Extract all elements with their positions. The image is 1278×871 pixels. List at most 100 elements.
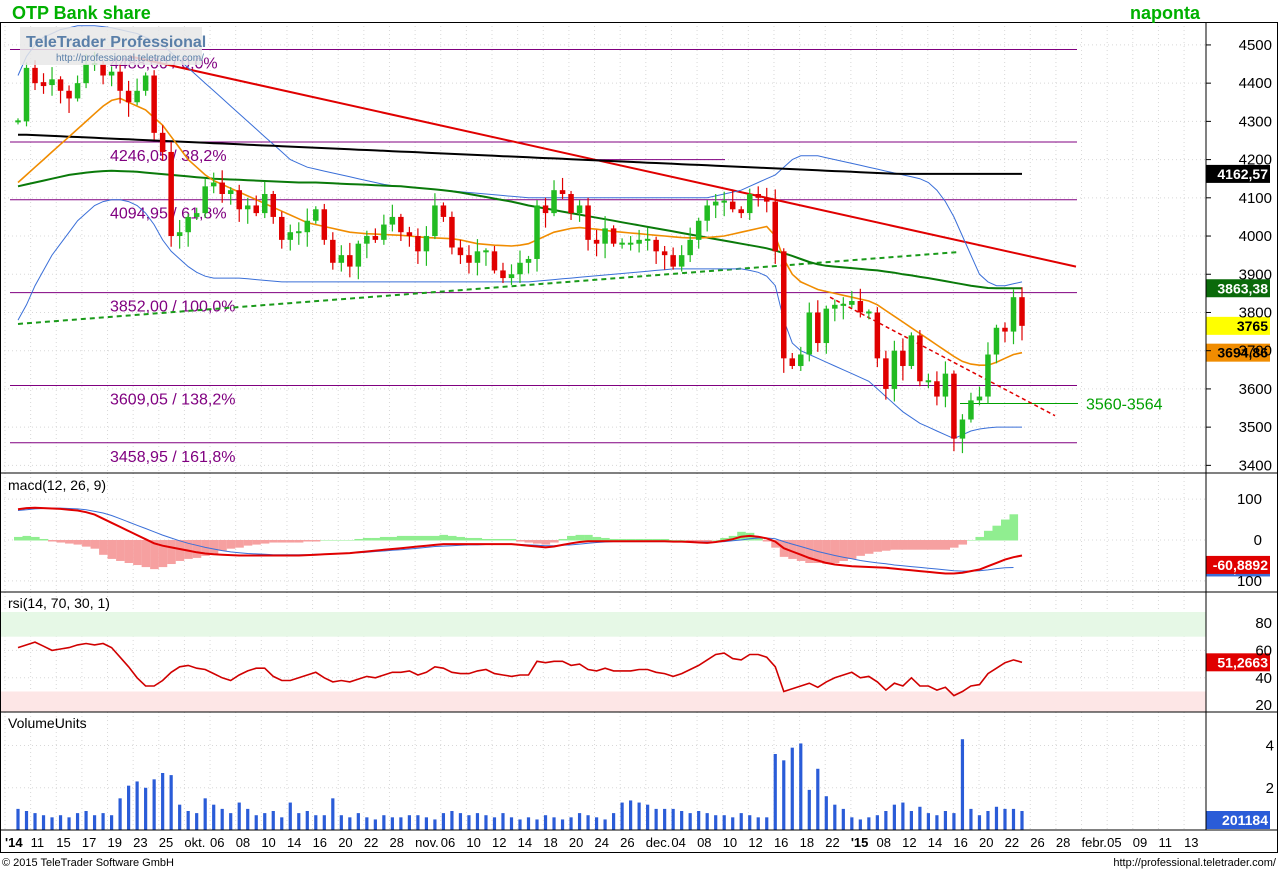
volume-bar [467,815,471,830]
candle-body [576,205,583,214]
volume-bar [263,813,267,830]
candle-body [712,201,719,206]
volume-bar [663,808,667,830]
x-tick-label: 18 [800,835,814,850]
macd-histogram-bar [311,540,321,542]
macd-histogram-bar [413,535,423,541]
candle-body [491,251,498,271]
macd-histogram-bar [881,540,891,551]
volume-bar [195,813,199,830]
candle-body [406,232,413,237]
price-y-tick: 4200 [1239,152,1272,169]
volume-bar [382,815,386,830]
candle-body [644,238,651,241]
volume-bar [994,806,999,830]
volume-bar [697,811,701,830]
volume-bar [782,760,786,830]
macd-histogram-bar [507,538,517,541]
price-y-tick: 3600 [1239,381,1272,398]
price-y-tick: 3700 [1239,343,1272,360]
volume-bar [807,789,811,830]
volume-bar [543,815,548,830]
macd-histogram-bar [592,536,602,541]
volume-bar [943,811,948,830]
candle-body [347,255,353,267]
macd-histogram-bar [73,540,83,545]
volume-bar [484,815,488,830]
macd-histogram-bar [252,540,261,545]
candle-body [670,255,676,267]
volume-bar [688,813,692,830]
volume-bar [92,815,97,830]
x-tick-label: 17 [82,835,96,850]
candle-body [134,90,140,103]
candle-body [474,251,481,263]
macd-histogram-bar [48,540,57,542]
copyright: © 2015 TeleTrader Software GmbH [2,857,174,869]
macd-histogram-bar [243,540,253,546]
volume-bar [892,804,896,830]
macd-histogram-bar [362,537,372,541]
macd-y-tick: 100 [1237,491,1262,508]
volume-bar [586,815,590,830]
candle-body [763,197,770,202]
x-tick-label: 18 [543,835,557,850]
volume-bar [50,817,54,830]
volume-bar [390,817,394,830]
volume-bar [960,739,965,830]
volume-bar [348,817,352,830]
x-tick-label: febr. [1082,835,1107,850]
candle-body [551,190,557,214]
candle-body [261,193,268,214]
volume-bar [450,811,454,830]
candle-body [168,151,174,237]
macd-histogram-bar [924,540,934,550]
volume-bar [1020,811,1024,830]
macd-histogram-bar [932,540,942,550]
macd-histogram-bar [711,540,721,541]
candle-body [457,247,464,256]
volume-bar [654,808,658,830]
rsi-y-tick: 80 [1255,615,1272,632]
candle-body [279,216,285,240]
volume-bar [603,819,607,830]
macd-histogram-bar [796,540,806,561]
candle-body [227,190,234,194]
volume-bar [569,817,573,830]
fib-label: 3609,05 / 138,2% [110,391,235,408]
volume-bar [671,808,675,830]
candle-body [398,216,404,233]
candle-body [840,303,847,306]
candle-body [40,82,47,87]
rsi-title: rsi(14, 70, 30, 1) [8,595,110,611]
volume-bar [977,815,982,830]
price-y-tick: 3400 [1239,457,1272,474]
x-tick-label: 09 [1133,835,1147,850]
x-tick-label: '14 [5,835,23,850]
volume-bar [1011,808,1016,830]
volume-bar [127,785,131,830]
price-y-tick: 3900 [1239,266,1272,283]
x-tick-label: nov. [415,835,439,850]
x-tick-label: 08 [236,835,250,850]
macd-histogram-bar [124,540,134,563]
macd-histogram-bar [405,535,414,541]
macd-histogram-bar [22,535,32,541]
volume-bar [731,817,735,830]
candle-body [925,380,932,383]
volume-bar [135,781,139,830]
macd-histogram-bar [209,540,219,554]
rsi-y-tick: 40 [1255,670,1272,687]
volume-bar [322,815,326,830]
volume-bar [178,804,182,830]
candle-body [500,270,506,279]
volume-bar [152,779,156,830]
candle-body [959,419,966,439]
candle-body [117,71,123,91]
x-tick-label: 14 [928,835,942,850]
macd-histogram-bar [294,540,304,543]
volume-bar [501,813,505,830]
x-tick-label: 06 [441,835,455,850]
candle-body [585,205,591,240]
macd-histogram-bar [456,536,466,541]
